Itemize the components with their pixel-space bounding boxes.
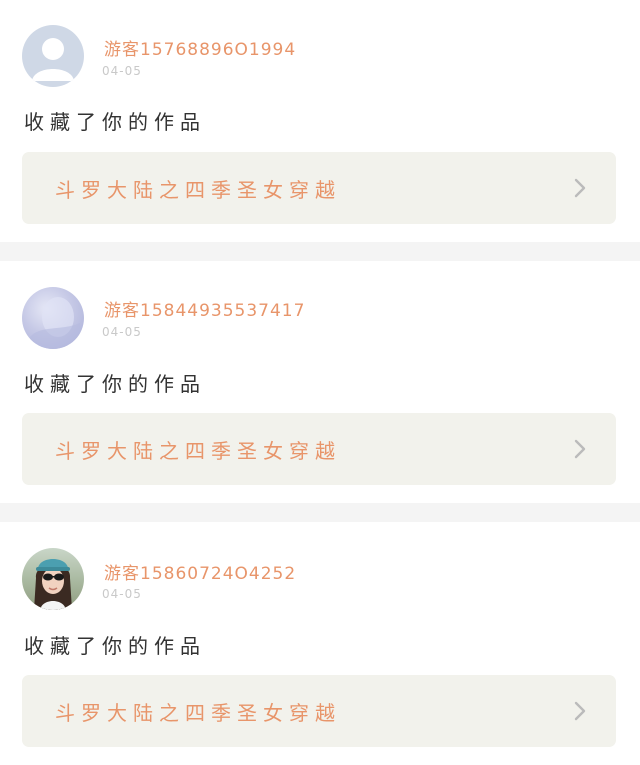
avatar-image — [34, 559, 72, 610]
chevron-right-icon — [574, 701, 586, 721]
username[interactable]: 游客15844935537417 — [104, 296, 305, 321]
feed-item: 游客15768896O1994 04-05 收藏了你的作品 斗罗大陆之四季圣女穿… — [0, 0, 640, 242]
work-link[interactable]: 斗罗大陆之四季圣女穿越 — [22, 675, 616, 747]
work-title: 斗罗大陆之四季圣女穿越 — [55, 439, 341, 463]
activity-text: 收藏了你的作品 — [24, 110, 206, 134]
avatar-image — [30, 297, 80, 349]
work-title: 斗罗大陆之四季圣女穿越 — [55, 178, 341, 202]
activity-text: 收藏了你的作品 — [24, 372, 206, 396]
activity-text: 收藏了你的作品 — [24, 634, 206, 658]
username[interactable]: 游客15860724O4252 — [104, 559, 296, 584]
work-link[interactable]: 斗罗大陆之四季圣女穿越 — [22, 152, 616, 224]
avatar[interactable] — [22, 25, 84, 87]
timestamp: 04-05 — [102, 325, 142, 339]
chevron-right-icon — [574, 439, 586, 459]
username[interactable]: 游客15768896O1994 — [104, 35, 296, 60]
work-title: 斗罗大陆之四季圣女穿越 — [55, 701, 341, 725]
feed-item: 游客15860724O4252 04-05 收藏了你的作品 斗罗大陆之四季圣女穿… — [0, 522, 640, 765]
work-link[interactable]: 斗罗大陆之四季圣女穿越 — [22, 413, 616, 485]
chevron-right-icon — [574, 178, 586, 198]
user-silhouette-icon — [32, 38, 74, 81]
avatar[interactable] — [22, 548, 84, 610]
avatar[interactable] — [22, 287, 84, 349]
timestamp: 04-05 — [102, 64, 142, 78]
feed-item: 游客15844935537417 04-05 收藏了你的作品 斗罗大陆之四季圣女… — [0, 261, 640, 503]
timestamp: 04-05 — [102, 587, 142, 601]
